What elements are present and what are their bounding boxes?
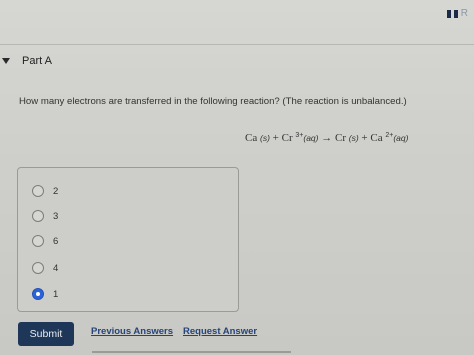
eq-ca-state: (s): [259, 133, 270, 143]
choice-option[interactable]: 2: [32, 185, 58, 197]
choice-label: 2: [53, 185, 59, 197]
eq-arrow: →: [321, 132, 333, 144]
choice-option[interactable]: 6: [32, 235, 58, 247]
radio-button-selected[interactable]: [32, 288, 44, 300]
collapse-caret-icon[interactable]: [2, 58, 10, 64]
choice-label: 6: [53, 235, 59, 247]
part-title: Part A: [22, 55, 52, 67]
question-text: How many electrons are transferred in th…: [19, 96, 407, 107]
choice-option[interactable]: 4: [32, 262, 58, 274]
eq-cr-state: (aq): [303, 133, 319, 143]
choice-label: 3: [53, 210, 59, 222]
radio-button[interactable]: [32, 262, 44, 274]
answer-choices-box: 2 3 6 4 1: [17, 167, 239, 312]
eq-ca-ion: Ca: [370, 132, 383, 144]
bar-icon: [446, 9, 451, 18]
eq-plus: +: [272, 132, 279, 144]
choice-label: 1: [53, 288, 59, 300]
radio-button[interactable]: [32, 185, 44, 197]
eq-plus: +: [361, 132, 368, 144]
section-divider: [0, 44, 474, 45]
eq-ca-ion-state: (aq): [393, 133, 409, 143]
chemical-equation: Ca (s) + Cr 3+(aq) → Cr (s) + Ca 2+(aq): [245, 132, 408, 144]
eq-ca: Ca: [245, 132, 258, 144]
eq-cr-product-state: (s): [348, 133, 359, 143]
previous-answers-link[interactable]: Previous Answers: [91, 326, 173, 337]
radio-button[interactable]: [32, 210, 44, 222]
corner-label[interactable]: R: [461, 8, 468, 19]
eq-cr: Cr: [281, 132, 293, 144]
choice-option[interactable]: 1: [32, 288, 58, 300]
bar-icon: [453, 9, 458, 18]
page: R Part A How many electrons are transfer…: [0, 0, 474, 355]
bottom-divider: [92, 351, 291, 353]
request-answer-link[interactable]: Request Answer: [183, 326, 257, 337]
part-a-header[interactable]: Part A: [0, 55, 52, 67]
choice-label: 4: [53, 262, 59, 274]
submit-button[interactable]: Submit: [18, 322, 74, 346]
radio-button[interactable]: [32, 235, 44, 247]
choice-option[interactable]: 3: [32, 210, 58, 222]
eq-cr-product: Cr: [334, 132, 346, 144]
top-right-toolbar: R: [446, 8, 468, 19]
